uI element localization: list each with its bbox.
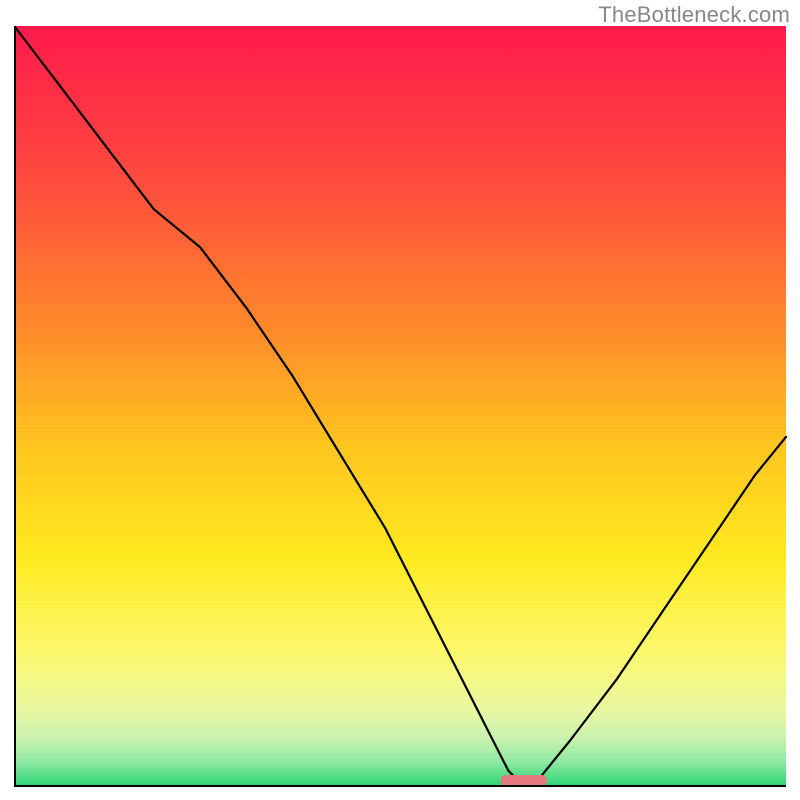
plot-area bbox=[14, 26, 787, 787]
chart-svg bbox=[14, 26, 787, 787]
watermark-text: TheBottleneck.com bbox=[598, 2, 790, 28]
gradient-background bbox=[15, 26, 786, 785]
chart-stage: TheBottleneck.com bbox=[0, 0, 800, 800]
target-marker bbox=[501, 775, 547, 786]
